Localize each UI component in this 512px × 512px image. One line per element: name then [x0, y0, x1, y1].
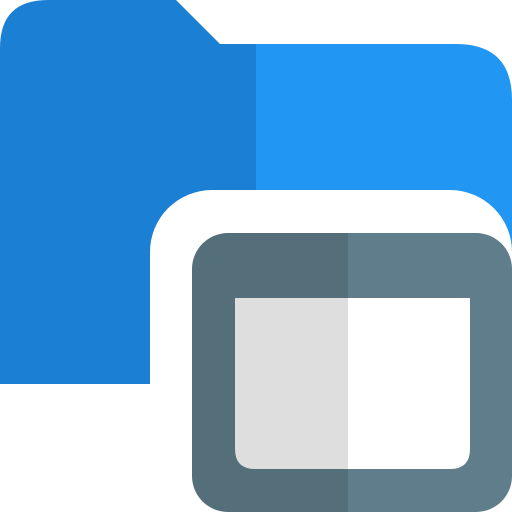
icon-canvas	[0, 0, 512, 512]
window-icon	[192, 233, 512, 512]
folder-window-icon	[0, 0, 512, 512]
window-pane-right	[348, 298, 470, 469]
window-pane-left	[235, 298, 348, 469]
